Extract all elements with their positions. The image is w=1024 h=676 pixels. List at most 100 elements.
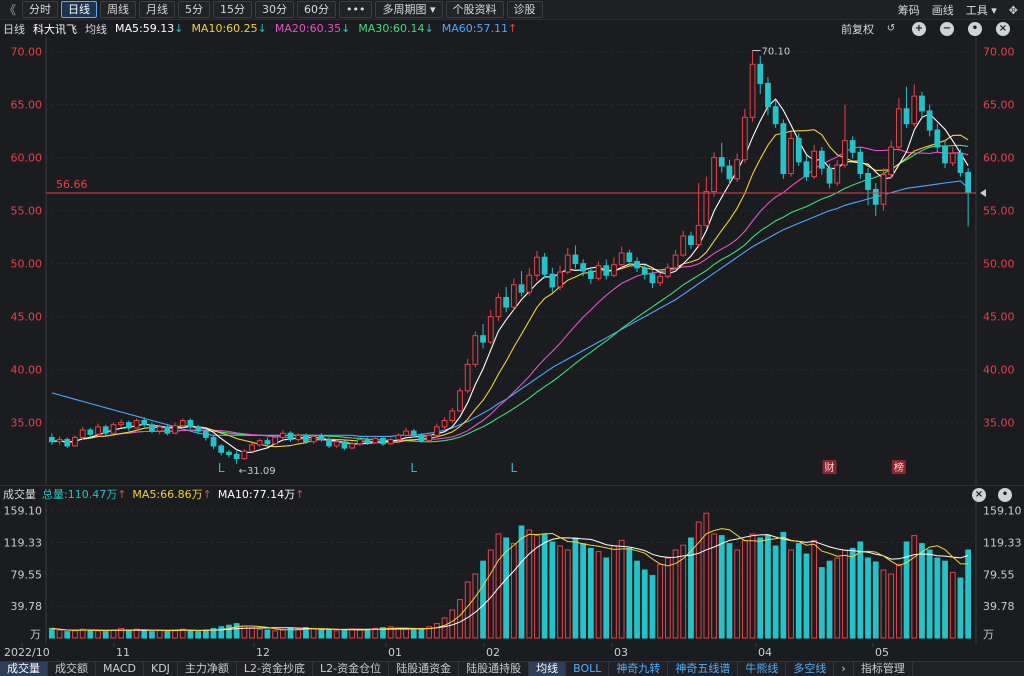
candle-body	[48, 436, 55, 443]
indicator-tab[interactable]: 陆股通持股	[459, 661, 530, 676]
candle-body	[895, 108, 902, 148]
tools-dropdown[interactable]: 工具 ▾	[966, 2, 997, 18]
zoom-out-icon[interactable]: −	[940, 21, 954, 36]
candle-body	[202, 430, 209, 438]
candle-body	[433, 426, 440, 436]
candle-down	[795, 133, 802, 167]
back-icon[interactable]: 《	[0, 1, 20, 18]
indicator-tab[interactable]: 指标管理	[854, 661, 913, 676]
close-icon[interactable]: ×	[996, 21, 1010, 36]
zoom-in-icon[interactable]: +	[912, 21, 926, 36]
indicator-tab[interactable]: MACD	[96, 661, 144, 676]
settings-icon[interactable]: •	[968, 21, 982, 36]
candle-body	[534, 256, 540, 276]
volume-bar-down	[772, 545, 779, 639]
candle-body	[102, 426, 109, 434]
adjust-mode-button[interactable]: 前复权	[841, 21, 874, 37]
tab-weekly[interactable]: 周线	[100, 1, 136, 18]
candle-body	[403, 430, 409, 436]
tab-15min[interactable]: 15分	[213, 1, 252, 18]
tab-daily[interactable]: 日线	[61, 1, 97, 18]
price-chart[interactable]: 70.00 70.00 65.00 65.00 60.00 60.00 55.00 55.00…	[0, 37, 1024, 485]
candle-body	[926, 110, 933, 131]
candle-body	[549, 273, 556, 288]
price-tick-left: 60.00	[11, 152, 43, 165]
candle-body	[757, 63, 764, 84]
tab-5min[interactable]: 5分	[178, 1, 210, 18]
indicator-tab[interactable]: 神奇五线谱	[668, 661, 739, 676]
ma-legend-bar: 日线 科大讯飞 均线 MA5:59.13 ↓ MA10:60.25 ↓ MA20:6…	[0, 20, 1024, 37]
ma-label[interactable]: 均线	[85, 21, 107, 37]
price-tick-right: 35.00	[983, 417, 1015, 430]
tab-monthly[interactable]: 月线	[139, 1, 175, 18]
volume-bar-up	[595, 551, 602, 639]
multi-period-dropdown[interactable]: 多周期图 ▾	[375, 1, 443, 18]
stock-name: 科大讯飞	[33, 22, 77, 36]
volume-unit-right: 万	[983, 628, 994, 641]
candle-body	[518, 284, 525, 293]
indicator-tab[interactable]: BOLL	[566, 661, 610, 676]
candle-body	[487, 316, 494, 343]
volume-bar-up	[657, 563, 664, 639]
tab-intraday[interactable]: 分时	[22, 1, 58, 18]
volume-bar-up	[534, 535, 540, 639]
candle-body	[249, 444, 255, 452]
date-axis: 2022/10 11 12 01 02 03 04 05	[4, 643, 889, 659]
l-marker: L	[218, 461, 225, 475]
indicator-tabs: 成交量 成交额 MACD KDJ 主力净额 L2-资金抄底 L2-资金仓位 陆股通资金 陆股通持…	[0, 661, 1024, 676]
indicator-tab[interactable]: 牛熊线	[738, 661, 787, 676]
volume-bar-up	[811, 539, 818, 639]
candle-body	[287, 432, 294, 441]
indicator-tab[interactable]: KDJ	[144, 661, 178, 676]
candle-body	[472, 335, 479, 365]
volume-bar-down	[626, 547, 633, 639]
volume-legend-bar: 成交量 总量:110.47万 ↑ MA5:66.86万 ↑ MA10:77.14万 ↑…	[0, 485, 1024, 502]
volume-chart[interactable]: 159.10 159.10 119.33 119.33 79.55 79.55 39.78 3…	[0, 502, 1024, 643]
candle-body	[349, 443, 356, 449]
stock-profile-button[interactable]: 个股资料	[445, 1, 504, 18]
volume-settings-icon[interactable]: •	[998, 487, 1012, 502]
candle-body	[780, 123, 787, 174]
indicator-tab[interactable]: 陆股通资金	[389, 661, 460, 676]
indicator-tab[interactable]: 主力净额	[178, 661, 237, 676]
price-tick-left: 70.00	[11, 46, 43, 59]
candle-body	[64, 439, 71, 447]
chip-distribution-button[interactable]: 筹码	[898, 2, 920, 18]
indicator-tab[interactable]: L2-资金抄底	[237, 661, 314, 676]
volume-bar-down	[634, 560, 640, 639]
indicator-tab[interactable]: L2-资金仓位	[313, 661, 390, 676]
volume-bar-down	[326, 629, 332, 639]
price-tick-left: 35.00	[11, 417, 43, 430]
candle-body	[295, 434, 302, 441]
volume-total: 总量:110.47万	[42, 488, 118, 501]
indicator-tab[interactable]: 均线	[529, 661, 567, 676]
pin-icon[interactable]: ✥	[1009, 4, 1018, 17]
volume-bar-up	[888, 573, 895, 639]
period-toolbar: 《 分时 日线 周线 月线 5分 15分 30分 60分 ••• 多周期图 ▾ …	[0, 0, 1024, 20]
price-tick-right: 60.00	[983, 152, 1015, 165]
price-tick-right: 40.00	[983, 364, 1015, 377]
more-periods-button[interactable]: •••	[339, 1, 373, 18]
volume-bar-down	[418, 627, 425, 639]
undo-icon[interactable]: ↺	[884, 22, 898, 36]
tab-60min[interactable]: 60分	[297, 1, 336, 18]
candle-body	[949, 152, 956, 164]
diagnose-button[interactable]: 诊股	[506, 1, 543, 18]
period-tabs: 《 分时 日线 周线 月线 5分 15分 30分 60分 ••• 多周期图 ▾ …	[0, 0, 546, 20]
tab-30min[interactable]: 30分	[255, 1, 294, 18]
indicator-tab[interactable]: 成交量	[0, 661, 48, 676]
candle-body	[279, 432, 286, 438]
indicator-tab[interactable]: 神奇九转	[609, 661, 669, 676]
volume-close-icon[interactable]: ×	[972, 487, 986, 502]
indicator-tab[interactable]: 成交额	[48, 661, 96, 676]
current-price-label: 56.66	[56, 178, 88, 191]
indicator-tab[interactable]: ›	[834, 661, 854, 676]
indicator-tab[interactable]: 多空线	[786, 661, 835, 676]
volume-bar-down	[149, 631, 155, 639]
candle-body	[395, 434, 402, 441]
draw-line-button[interactable]: 画线	[932, 2, 954, 18]
volume-bar-down	[125, 629, 132, 639]
l-marker: L	[511, 461, 518, 475]
candle-body	[510, 284, 517, 308]
volume-bar-down	[480, 560, 486, 639]
